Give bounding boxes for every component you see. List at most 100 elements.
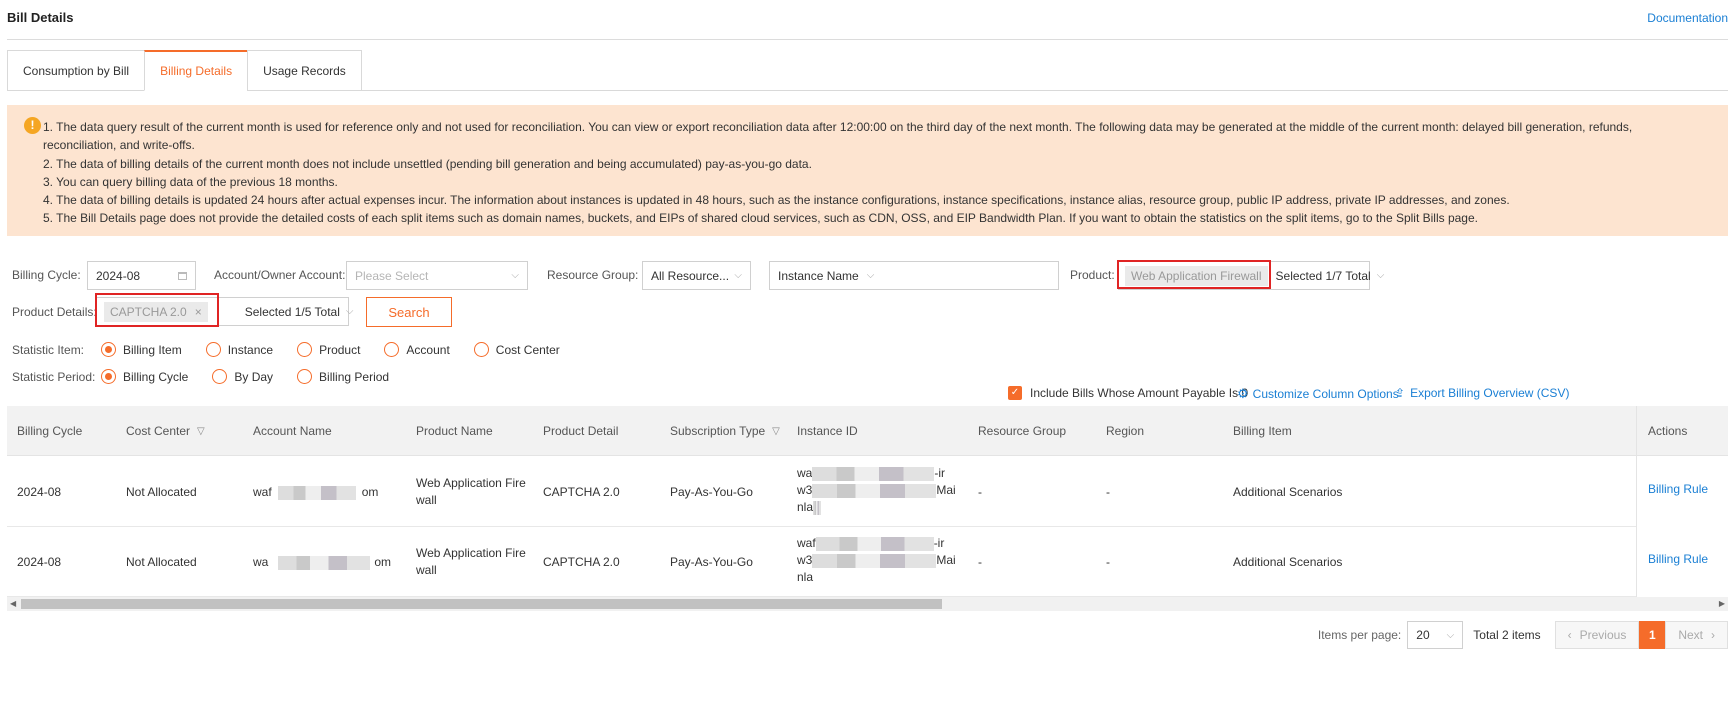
tab-billing-details[interactable]: Billing Details (144, 50, 248, 91)
radio-by-day[interactable]: By Day (212, 369, 273, 384)
scrollbar-thumb[interactable] (21, 599, 942, 609)
search-button[interactable]: Search (366, 297, 452, 327)
tab-usage-records[interactable]: Usage Records (247, 50, 362, 91)
redacted-mask (815, 536, 934, 551)
resource-group-select[interactable]: All Resource... ⌵ (642, 261, 751, 290)
radio-label: Billing Period (319, 369, 390, 384)
radio-account[interactable]: Account (384, 342, 450, 357)
cell-subscription-type: Pay-As-You-Go (670, 555, 753, 569)
col-subscription-type[interactable]: Subscription Type ▽ (670, 406, 780, 456)
col-actions: Actions (1637, 406, 1728, 456)
gear-icon: ⚙ (1237, 386, 1249, 401)
instance-line: nla (797, 499, 822, 516)
radio-unchecked-icon (297, 342, 313, 357)
product-highlight (1117, 260, 1271, 289)
redacted-mask (812, 466, 935, 481)
billing-table: Billing Cycle Cost Center ▽ Account Name … (7, 406, 1728, 597)
radio-instance[interactable]: Instance (205, 342, 274, 357)
tab-consumption-by-bill[interactable]: Consumption by Bill (7, 50, 145, 91)
statistic-item-group: Billing Item Instance Product Account Co… (101, 342, 584, 357)
redacted-mask (278, 555, 371, 570)
col-billing-cycle: Billing Cycle (17, 424, 83, 438)
col-cost-center[interactable]: Cost Center ▽ (126, 406, 205, 456)
cell-instance-id: waf -ir w3 Mai nla (797, 535, 956, 586)
account-select[interactable]: Please Select ⌵ (346, 261, 528, 290)
instance-fragment: Mai (936, 553, 956, 567)
export-label: Export Billing Overview (CSV) (1410, 386, 1570, 400)
chevron-down-icon: ⌵ (866, 270, 875, 281)
table-row: 2024-08 Not Allocated wa om Web Applicat… (7, 527, 1728, 597)
radio-billing-cycle[interactable]: Billing Cycle (101, 369, 188, 384)
product-selected-count: Selected 1/7 Total (1275, 268, 1371, 283)
include-zero-checkbox[interactable]: ✓ Include Bills Whose Amount Payable Is … (1008, 386, 1248, 400)
chevron-down-icon: ⌵ (1376, 270, 1385, 281)
chevron-left-icon: ‹ (1567, 628, 1572, 642)
page-1-button[interactable]: 1 (1639, 621, 1666, 649)
cell-billing-item: Additional Scenarios (1233, 555, 1343, 569)
export-icon: ⇪ (1395, 386, 1406, 400)
radio-cost-center[interactable]: Cost Center (473, 342, 560, 357)
chevron-right-icon: › (1711, 628, 1715, 642)
previous-page-button[interactable]: ‹ Previous (1554, 621, 1640, 649)
redacted-mask (277, 485, 356, 500)
scroll-left-icon[interactable]: ◀ (10, 597, 16, 611)
instance-fragment: w3 (797, 483, 813, 497)
tab-bar: Consumption by Bill Billing Details Usag… (7, 50, 362, 91)
instance-fragment: nla (797, 570, 814, 584)
radio-billing-item[interactable]: Billing Item (101, 342, 182, 357)
radio-label: Billing Cycle (123, 369, 189, 384)
total-items: Total 2 items (1473, 628, 1541, 642)
billing-rule-link[interactable]: Billing Rule (1648, 481, 1708, 498)
cell-cost-center: Not Allocated (126, 555, 197, 569)
cell-billing-cycle: 2024-08 (17, 555, 62, 569)
pagination: Items per page: 20 ⌵ Total 2 items ‹ Pre… (1318, 621, 1728, 649)
chevron-down-icon: ⌵ (1446, 629, 1455, 641)
redacted-mask (812, 553, 937, 568)
items-per-page-value: 20 (1416, 628, 1430, 642)
radio-label: Instance (227, 342, 274, 357)
notice-line: 2. The data of billing details of the cu… (43, 156, 812, 171)
instance-fragment: waf (797, 536, 816, 550)
filter-icon[interactable]: ▽ (197, 426, 205, 437)
horizontal-scrollbar[interactable]: ◀ ▶ (7, 597, 1728, 611)
instance-name-select[interactable]: Instance Name ⌵ (769, 261, 1059, 290)
radio-unchecked-icon (473, 342, 489, 357)
resource-group-label: Resource Group: (547, 268, 639, 282)
items-per-page-select[interactable]: 20 ⌵ (1407, 621, 1464, 649)
product-details-highlight (95, 293, 219, 327)
checkbox-checked-icon: ✓ (1008, 386, 1022, 400)
notice-line: 5. The Bill Details page does not provid… (43, 211, 1478, 226)
items-per-page-label: Items per page: (1317, 628, 1402, 642)
col-product-detail: Product Detail (543, 424, 619, 438)
previous-label: Previous (1579, 628, 1627, 642)
radio-checked-icon (101, 369, 116, 384)
filter-icon[interactable]: ▽ (772, 426, 780, 437)
product-details-label: Product Details: (12, 305, 97, 319)
page-title: Bill Details (7, 10, 74, 25)
next-page-button[interactable]: Next › (1665, 621, 1728, 649)
radio-billing-period[interactable]: Billing Period (297, 369, 389, 384)
notice-line: 3. You can query billing data of the pre… (43, 174, 338, 189)
next-label: Next (1678, 628, 1703, 642)
cell-region: - (1106, 555, 1110, 569)
radio-product[interactable]: Product (297, 342, 360, 357)
account-label: Account/Owner Account: (214, 268, 346, 282)
product-name-line: wall (416, 563, 437, 577)
redacted-mask (813, 500, 822, 515)
customize-columns-button[interactable]: ⚙ Customize Column Options (1237, 386, 1399, 402)
documentation-link[interactable]: Documentation (1647, 11, 1728, 25)
account-prefix: wa (253, 555, 269, 569)
instance-fragment: wa (797, 466, 813, 480)
product-name-line: Web Application Fire (416, 546, 526, 560)
billing-rule-link[interactable]: Billing Rule (1648, 551, 1708, 568)
col-resource-group: Resource Group (978, 424, 1067, 438)
scroll-right-icon[interactable]: ▶ (1719, 597, 1725, 611)
instance-line: w3 Mai (797, 552, 956, 569)
billing-cycle-picker[interactable]: 2024-08 (87, 261, 196, 290)
radio-label: Billing Item (123, 342, 182, 357)
notice-line: reconciliation, and write-offs. (43, 138, 195, 153)
info-icon: ! (24, 117, 41, 134)
product-label: Product: (1070, 268, 1115, 282)
radio-unchecked-icon (297, 369, 313, 384)
export-button[interactable]: ⇪ Export Billing Overview (CSV) (1395, 386, 1569, 400)
